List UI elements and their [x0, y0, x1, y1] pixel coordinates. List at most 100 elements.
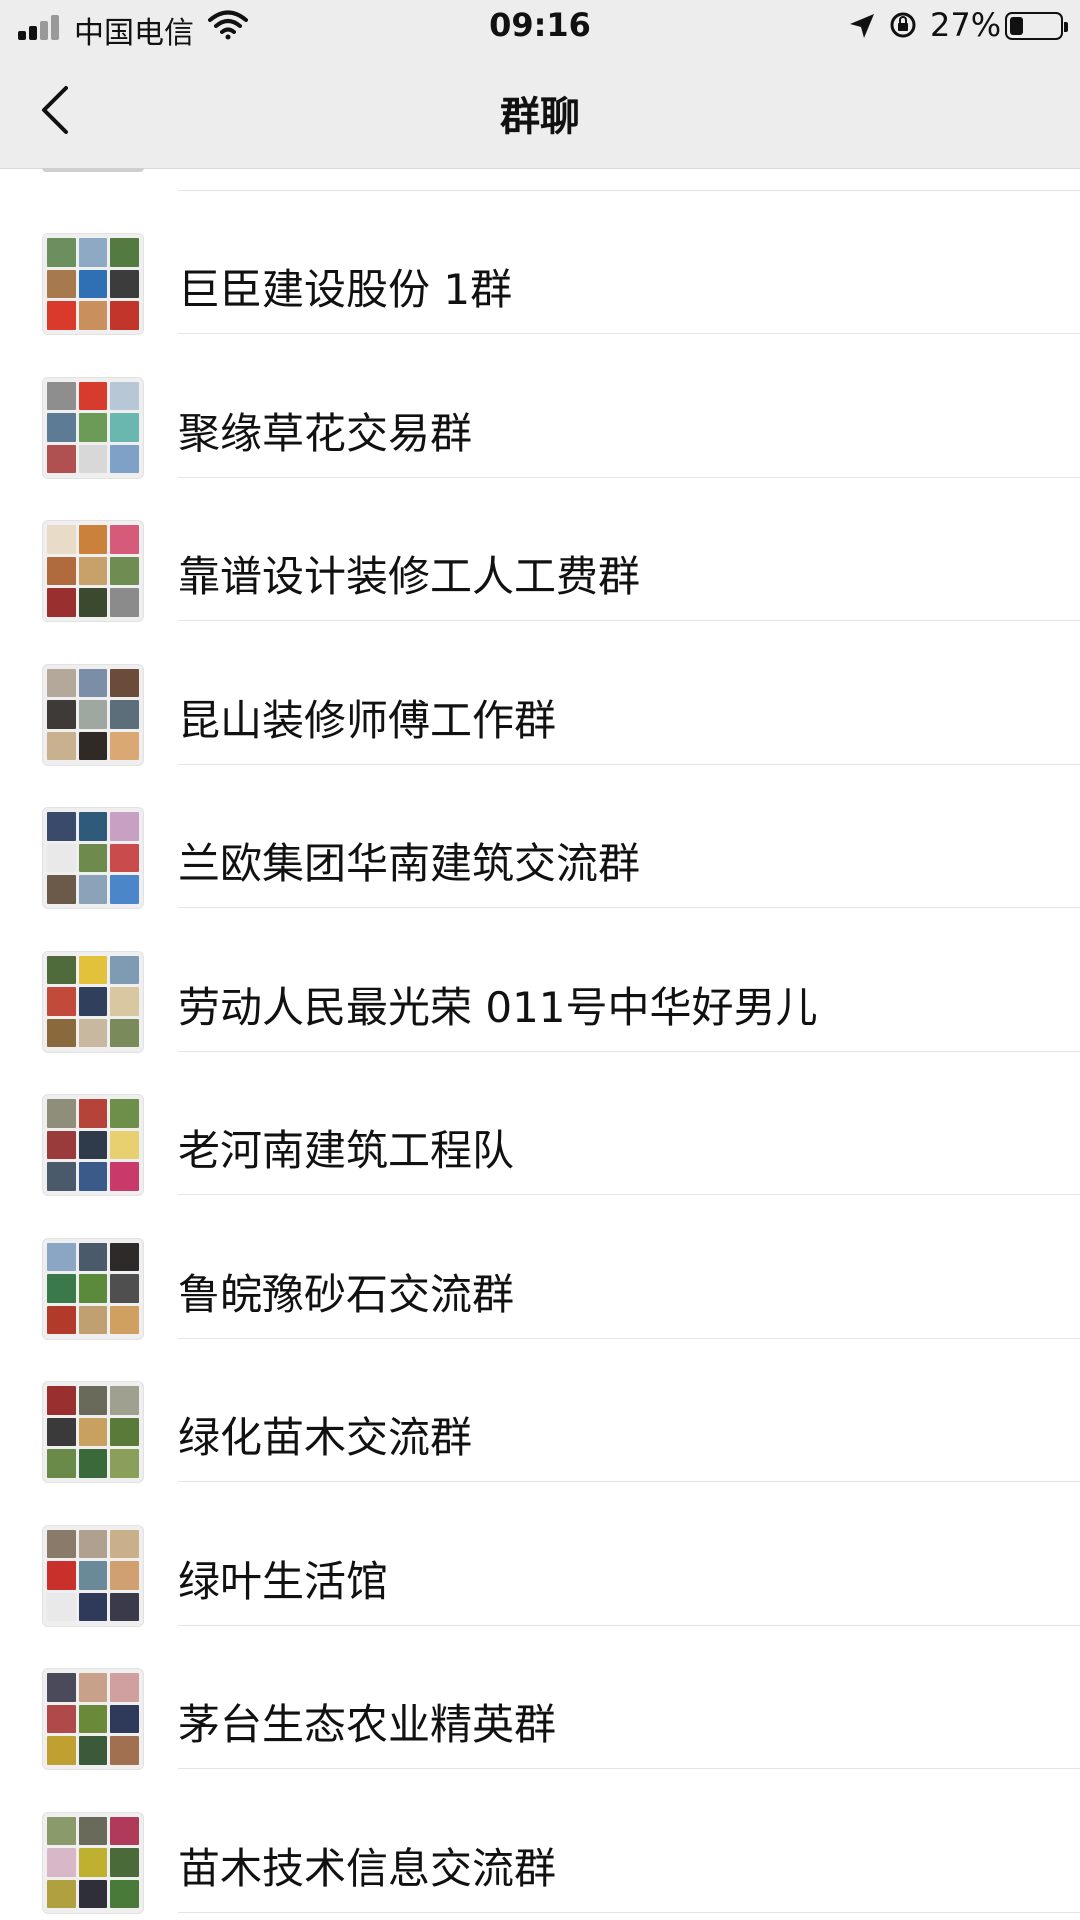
member-thumbnail	[110, 269, 139, 299]
member-thumbnail	[47, 301, 76, 330]
member-thumbnail	[78, 1736, 108, 1765]
member-thumbnail	[110, 843, 139, 873]
member-thumbnail	[47, 1449, 76, 1478]
group-list-item[interactable]: 巨臣建设股份 1群	[0, 190, 1080, 335]
member-thumbnail	[78, 1816, 108, 1846]
group-list-item[interactable]: 靠谱设计装修工人工费群	[0, 477, 1080, 622]
member-thumbnail	[78, 1704, 108, 1734]
group-name: 兰欧集团华南建筑交流群	[178, 839, 641, 888]
partial-list-item	[0, 168, 1080, 191]
member-thumbnail	[110, 1305, 139, 1335]
member-thumbnail	[78, 955, 108, 985]
group-name: 鲁皖豫砂石交流群	[178, 1269, 515, 1319]
member-thumbnail	[47, 1305, 76, 1335]
member-thumbnail	[110, 875, 139, 904]
member-thumbnail	[78, 1099, 108, 1128]
member-thumbnail	[47, 1592, 76, 1622]
group-avatar	[42, 376, 144, 479]
member-thumbnail	[110, 1704, 139, 1734]
member-thumbnail	[110, 668, 139, 698]
member-thumbnail	[78, 1274, 108, 1303]
member-thumbnail	[110, 1386, 139, 1415]
member-thumbnail	[78, 525, 108, 554]
member-thumbnail	[78, 731, 108, 761]
member-thumbnail	[78, 1592, 108, 1622]
member-thumbnail	[47, 1673, 76, 1702]
member-thumbnail	[47, 1529, 76, 1559]
group-name: 茅台生态农业精英群	[178, 1700, 557, 1749]
member-thumbnail	[47, 1816, 76, 1846]
member-thumbnail	[110, 525, 139, 554]
member-thumbnail	[110, 1848, 139, 1877]
member-thumbnail	[78, 556, 108, 586]
member-thumbnail	[78, 987, 108, 1016]
page-title: 群聊	[500, 94, 580, 140]
group-list-item[interactable]: 聚缘草花交易群	[0, 334, 1080, 479]
group-list-item[interactable]: 苗木技术信息交流群	[0, 1769, 1080, 1914]
member-thumbnail	[110, 1099, 139, 1128]
group-avatar	[42, 233, 144, 335]
member-thumbnail	[47, 668, 76, 698]
member-thumbnail	[110, 301, 139, 330]
group-list-item[interactable]: 鲁皖豫砂石交流群	[0, 1195, 1080, 1340]
group-name: 劳动人民最光荣 011号中华好男儿	[178, 982, 818, 1032]
group-list-item[interactable]: 劳动人民最光荣 011号中华好男儿	[0, 908, 1080, 1053]
member-thumbnail	[47, 1736, 76, 1765]
member-thumbnail	[47, 1417, 76, 1447]
member-thumbnail	[78, 1130, 108, 1160]
group-avatar	[42, 663, 144, 766]
group-list-item[interactable]: 兰欧集团华南建筑交流群	[0, 764, 1080, 909]
group-avatar	[42, 520, 144, 622]
member-thumbnail	[47, 588, 76, 617]
member-thumbnail	[110, 1673, 139, 1702]
member-thumbnail	[78, 381, 108, 411]
member-thumbnail	[47, 1099, 76, 1128]
member-thumbnail	[47, 381, 76, 411]
battery-percent: 27%	[930, 6, 1002, 44]
group-avatar	[42, 1094, 144, 1196]
member-thumbnail	[47, 1018, 76, 1048]
member-thumbnail	[110, 413, 139, 442]
member-thumbnail	[110, 556, 139, 586]
member-thumbnail	[47, 444, 76, 474]
member-thumbnail	[78, 444, 108, 474]
member-thumbnail	[110, 1529, 139, 1559]
group-list-item[interactable]: 老河南建筑工程队	[0, 1051, 1080, 1196]
group-list-item[interactable]: 昆山装修师傅工作群	[0, 621, 1080, 766]
member-thumbnail	[78, 700, 108, 729]
group-avatar	[42, 1237, 144, 1340]
member-thumbnail	[78, 1529, 108, 1559]
member-thumbnail	[47, 812, 76, 841]
member-thumbnail	[47, 1274, 76, 1303]
member-thumbnail	[110, 1274, 139, 1303]
member-thumbnail	[78, 413, 108, 442]
group-avatar	[42, 1524, 144, 1627]
member-thumbnail	[78, 269, 108, 299]
member-thumbnail	[47, 731, 76, 761]
member-thumbnail	[110, 1816, 139, 1846]
member-thumbnail	[78, 1848, 108, 1877]
member-thumbnail	[47, 1242, 76, 1272]
group-list-item[interactable]: 茅台生态农业精英群	[0, 1625, 1080, 1770]
group-name: 苗木技术信息交流群	[178, 1843, 557, 1893]
member-thumbnail	[110, 238, 139, 267]
member-thumbnail	[47, 843, 76, 873]
group-name: 巨臣建设股份 1群	[178, 265, 513, 314]
status-bar: 中国电信 09:16 27%	[0, 0, 1080, 54]
member-thumbnail	[78, 1162, 108, 1191]
divider	[178, 1911, 1080, 1913]
member-thumbnail	[47, 413, 76, 442]
member-thumbnail	[47, 556, 76, 586]
member-thumbnail	[78, 812, 108, 841]
group-list-item[interactable]: 绿化苗木交流群	[0, 1338, 1080, 1483]
group-chat-list[interactable]: 巨臣建设股份 1群聚缘草花交易群 靠谱设计装修工人工费群昆山装修师傅工作群兰欧集团…	[0, 168, 1080, 1920]
group-avatar	[42, 950, 144, 1053]
group-name: 昆山装修师傅工作群	[178, 695, 557, 745]
member-thumbnail	[78, 1879, 108, 1909]
member-thumbnail	[78, 1018, 108, 1048]
member-thumbnail	[110, 1449, 139, 1478]
member-thumbnail	[47, 987, 76, 1016]
group-list-item[interactable]: 绿叶生活馆	[0, 1482, 1080, 1627]
member-thumbnail	[78, 1673, 108, 1702]
member-thumbnail	[47, 1162, 76, 1191]
